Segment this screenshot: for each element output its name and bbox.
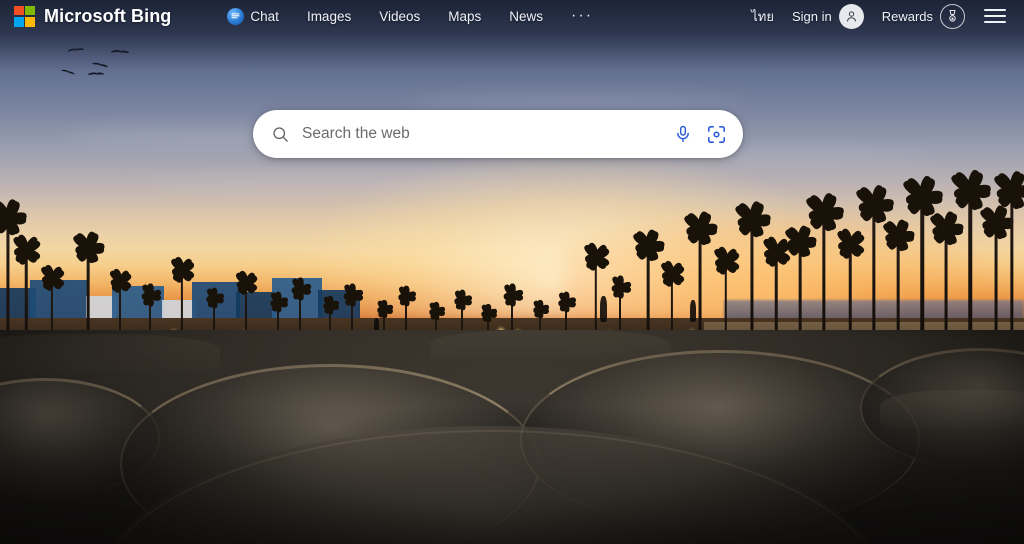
- visual-search-camera-icon[interactable]: [706, 124, 727, 145]
- bing-chat-icon: [227, 7, 245, 25]
- primary-nav: Chat Images Videos Maps News ···: [213, 4, 607, 29]
- person-silhouette: [690, 300, 696, 322]
- language-selector[interactable]: ไทย: [742, 2, 783, 31]
- nav-images[interactable]: Images: [293, 5, 365, 28]
- nav-maps-label: Maps: [448, 8, 482, 24]
- bing-logo-link[interactable]: Microsoft Bing: [14, 5, 172, 27]
- more-horizontal-icon[interactable]: ···: [557, 4, 607, 28]
- microphone-icon[interactable]: [673, 124, 693, 144]
- search-area: [253, 110, 743, 158]
- nav-images-label: Images: [306, 8, 352, 24]
- sign-in-label: Sign in: [791, 8, 832, 24]
- search-actions: [673, 124, 727, 145]
- bing-homepage: Microsoft Bing Chat Images Videos Maps N…: [0, 0, 1024, 544]
- language-label: ไทย: [751, 8, 774, 24]
- person-avatar-icon: [838, 3, 864, 29]
- sign-in-button[interactable]: Sign in: [783, 0, 873, 33]
- person-silhouette: [600, 296, 607, 322]
- nav-news-label: News: [509, 8, 544, 24]
- hamburger-menu-icon[interactable]: [980, 3, 1010, 29]
- skate-park: [0, 330, 1024, 544]
- nav-maps[interactable]: Maps: [434, 5, 495, 28]
- bird-silhouette: [110, 49, 130, 56]
- brand-title: Microsoft Bing: [44, 5, 172, 26]
- nav-chat[interactable]: Chat: [213, 4, 293, 29]
- nav-chat-label: Chat: [250, 8, 279, 24]
- search-input[interactable]: [302, 125, 673, 143]
- nav-videos[interactable]: Videos: [365, 5, 434, 28]
- rewards-medal-icon: [940, 3, 965, 29]
- magnifier-icon: [271, 125, 290, 144]
- search-form[interactable]: [253, 110, 743, 158]
- rewards-button[interactable]: Rewards: [873, 0, 974, 33]
- nav-news[interactable]: News: [495, 5, 557, 28]
- header-actions: ไทย Sign in Rewards: [742, 0, 1010, 33]
- nav-videos-label: Videos: [379, 8, 421, 24]
- background-image: [0, 0, 1024, 544]
- rewards-label: Rewards: [881, 8, 933, 24]
- site-header: Microsoft Bing Chat Images Videos Maps N…: [0, 0, 1024, 32]
- microsoft-squares-logo-icon: [14, 5, 35, 27]
